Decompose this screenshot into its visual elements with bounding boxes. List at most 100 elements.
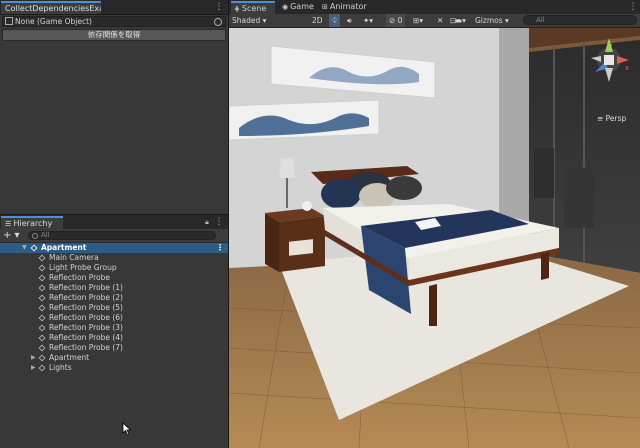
gizmos-dropdown[interactable]: Gizmos ▾ xyxy=(475,14,509,27)
game-object-icon xyxy=(38,264,46,272)
expand-arrow-icon[interactable]: ▶ xyxy=(31,363,36,373)
game-object-icon xyxy=(38,344,46,352)
apartment-bedroom-render xyxy=(229,28,640,448)
camera-settings-icon[interactable]: ▬▾ xyxy=(455,14,466,27)
tab-scene[interactable]: ⋕ Scene xyxy=(231,1,275,14)
hierarchy-item[interactable]: Reflection Probe (1) xyxy=(0,283,228,293)
hierarchy-item-label: Main Camera xyxy=(49,253,99,262)
game-object-field[interactable]: None (Game Object) xyxy=(2,16,226,27)
lock-icon[interactable]: 🔒︎ xyxy=(202,216,212,228)
scene-name: Apartment xyxy=(41,243,87,252)
animator-icon: ⊞ xyxy=(322,3,328,11)
persp-lines-icon: ≡ xyxy=(597,114,606,123)
add-object-button[interactable]: + ▾ xyxy=(3,229,20,242)
cube-icon xyxy=(5,17,13,25)
hierarchy-search-input[interactable]: All xyxy=(28,231,216,240)
shading-mode-dropdown[interactable]: Shaded ▾ xyxy=(232,14,266,27)
tab-animator[interactable]: ⊞ Animator xyxy=(319,1,375,14)
tools-icon[interactable]: ✕ xyxy=(437,14,443,27)
scene-search-input[interactable]: All xyxy=(523,15,637,25)
hierarchy-item-label: Reflection Probe (3) xyxy=(49,323,123,332)
hierarchy-tab-label: Hierarchy xyxy=(13,219,53,228)
hierarchy-item[interactable]: Main Camera xyxy=(0,253,228,263)
gizmo-axis-x-label: x xyxy=(625,64,630,72)
scene-visibility-button[interactable]: ⊘ 0 xyxy=(386,14,406,27)
hierarchy-item-label: Lights xyxy=(49,363,72,372)
expand-arrow-icon[interactable]: ▼ xyxy=(22,243,27,253)
tab-game-label: Game xyxy=(290,2,314,11)
lighting-toggle-icon[interactable]: 💡︎ xyxy=(329,14,341,27)
inspector-panel: CollectDependenciesExa... ⋮ None (Game O… xyxy=(0,0,228,214)
game-object-icon xyxy=(38,274,46,282)
hidden-count: 0 xyxy=(397,16,403,25)
scene-search-placeholder: All xyxy=(536,16,545,24)
hierarchy-item-label: Reflection Probe (6) xyxy=(49,313,123,322)
game-object-icon xyxy=(38,364,46,372)
hierarchy-item-label: Reflection Probe (2) xyxy=(49,293,123,302)
hierarchy-item-label: Reflection Probe (1) xyxy=(49,283,123,292)
gizmos-label: Gizmos xyxy=(475,16,503,25)
tab-collect-dependencies[interactable]: CollectDependenciesExa... xyxy=(1,1,101,14)
gizmo-axis-y-label: y xyxy=(608,42,613,50)
hierarchy-item[interactable]: Reflection Probe (2) xyxy=(0,293,228,303)
mouse-cursor-icon xyxy=(122,422,132,436)
get-dependencies-button[interactable]: 依存関係を取得 xyxy=(2,29,226,41)
projection-toggle[interactable]: ≡ Persp xyxy=(597,114,626,123)
hierarchy-search-placeholder: All xyxy=(41,231,50,239)
effects-dropdown-icon[interactable]: ✦▾ xyxy=(363,14,373,27)
game-object-icon xyxy=(38,314,46,322)
hierarchy-item[interactable]: Reflection Probe (5) xyxy=(0,303,228,313)
hierarchy-item[interactable]: Reflection Probe (3) xyxy=(0,323,228,333)
hierarchy-item-label: Reflection Probe (7) xyxy=(49,343,123,352)
hierarchy-tab-bar: ☰ Hierarchy 🔒︎ ⋮ xyxy=(0,215,228,230)
hierarchy-item-label: Reflection Probe (5) xyxy=(49,303,123,312)
game-object-field-value: None (Game Object) xyxy=(15,17,92,26)
game-object-icon xyxy=(38,354,46,362)
hierarchy-item[interactable]: Reflection Probe (6) xyxy=(0,313,228,323)
scene-tab-bar: ⋕ Scene ◉ Game ⊞ Animator ⋮ xyxy=(229,0,640,14)
hierarchy-item[interactable]: Light Probe Group xyxy=(0,263,228,273)
tab-hierarchy[interactable]: ☰ Hierarchy xyxy=(1,216,63,229)
game-icon: ◉ xyxy=(282,3,289,11)
expand-arrow-icon[interactable]: ▶ xyxy=(31,353,36,363)
game-object-icon xyxy=(38,284,46,292)
game-object-icon xyxy=(38,254,46,262)
inspector-tab-bar: CollectDependenciesExa... ⋮ xyxy=(0,0,228,15)
object-picker-icon[interactable] xyxy=(214,18,222,26)
scene-menu-icon[interactable]: ⋮ xyxy=(216,243,224,253)
game-object-icon xyxy=(38,304,46,312)
audio-toggle-icon[interactable]: 🔊︎ xyxy=(347,14,352,27)
hierarchy-item-label: Reflection Probe xyxy=(49,273,110,282)
toggle-2d-button[interactable]: 2D xyxy=(312,14,323,27)
search-icon xyxy=(32,233,38,239)
hierarchy-item[interactable]: ▶ Apartment xyxy=(0,353,228,363)
hierarchy-list-icon: ☰ xyxy=(5,220,14,228)
scene-toolbar: Shaded ▾ 2D 💡︎ 🔊︎ ✦▾ ⊘ 0 ⊞▾ ✕ ⊡▾ ▬▾ Gizm… xyxy=(229,14,640,28)
hierarchy-toolbar: + ▾ All xyxy=(0,229,228,243)
hierarchy-item[interactable]: Reflection Probe xyxy=(0,273,228,283)
hierarchy-item-label: Apartment xyxy=(49,353,90,362)
hierarchy-item[interactable]: Reflection Probe (4) xyxy=(0,333,228,343)
tab-game[interactable]: ◉ Game xyxy=(279,1,319,14)
hierarchy-item[interactable]: ▶ Lights xyxy=(0,363,228,373)
tab-animator-label: Animator xyxy=(329,2,367,11)
hierarchy-menu-icon[interactable]: ⋮ xyxy=(214,216,224,228)
game-object-icon xyxy=(38,334,46,342)
inspector-menu-icon[interactable]: ⋮ xyxy=(214,1,224,13)
shading-mode-label: Shaded xyxy=(232,16,261,25)
hierarchy-panel: ☰ Hierarchy 🔒︎ ⋮ + ▾ All ▼ Apartment ⋮ M… xyxy=(0,215,228,448)
hierarchy-item[interactable]: Reflection Probe (7) xyxy=(0,343,228,353)
tab-scene-label: Scene xyxy=(241,4,267,13)
game-object-icon xyxy=(38,324,46,332)
scene-icon: ⋕ xyxy=(234,5,240,13)
scene-row-apartment[interactable]: ▼ Apartment ⋮ xyxy=(0,243,228,253)
hierarchy-tree: ▼ Apartment ⋮ Main Camera Light Probe Gro… xyxy=(0,243,228,373)
hierarchy-item-label: Light Probe Group xyxy=(49,263,117,272)
unity-scene-icon xyxy=(30,244,38,252)
grid-toggle-icon[interactable]: ⊞▾ xyxy=(413,14,423,27)
scene-view-panel: ⋕ Scene ◉ Game ⊞ Animator ⋮ Shaded ▾ 2D 💡︎ … xyxy=(229,0,640,448)
game-object-icon xyxy=(38,294,46,302)
scene-viewport[interactable]: y x ≡ Persp xyxy=(229,28,640,448)
hierarchy-item-label: Reflection Probe (4) xyxy=(49,333,123,342)
scene-menu-icon[interactable]: ⋮ xyxy=(628,1,638,13)
